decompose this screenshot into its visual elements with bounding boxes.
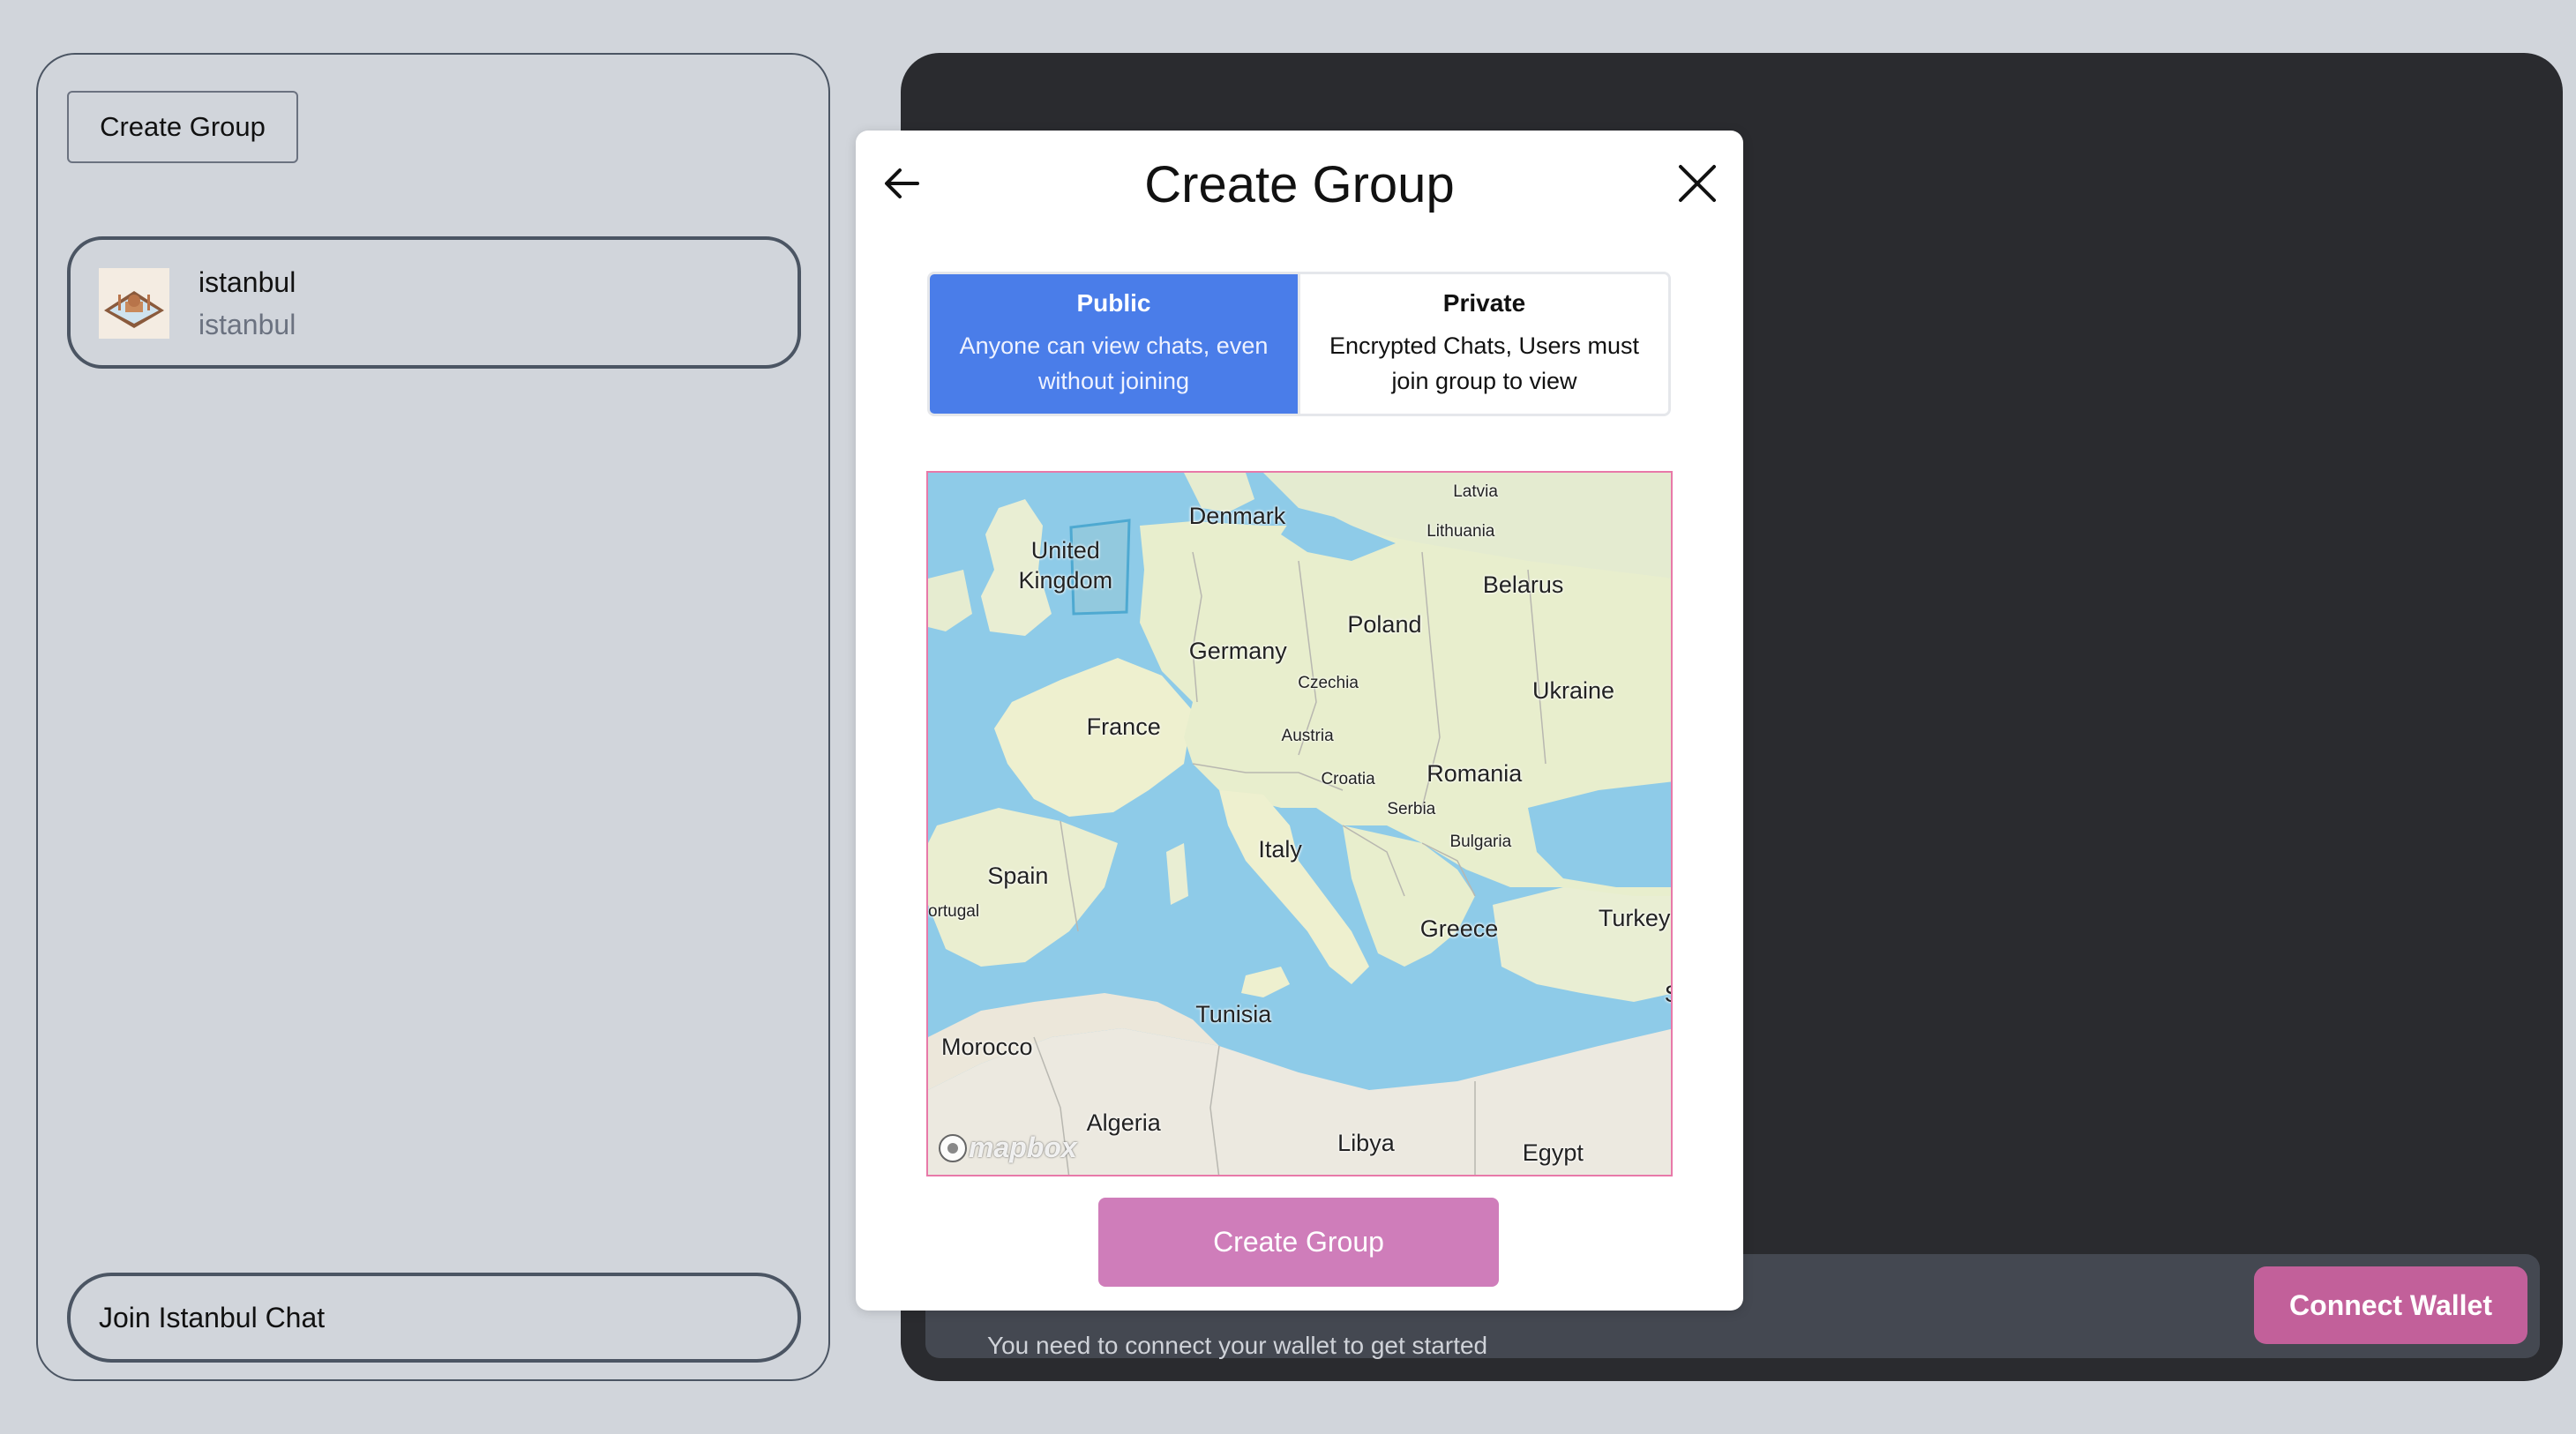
- public-option-title: Public: [1076, 289, 1151, 317]
- private-option[interactable]: Private Encrypted Chats, Users must join…: [1298, 274, 1668, 414]
- map-label-bulgaria: Bulgaria: [1449, 833, 1512, 852]
- map-label-denmark: Denmark: [1188, 502, 1286, 529]
- region-map[interactable]: Denmark Latvia Lithuania United Kingdom …: [926, 471, 1673, 1176]
- wallet-hint-text: You need to connect your wallet to get s…: [987, 1332, 1488, 1359]
- map-label-france: France: [1086, 713, 1161, 741]
- map-label-poland: Poland: [1347, 611, 1422, 639]
- map-label-libya: Libya: [1337, 1129, 1395, 1156]
- map-label-austria: Austria: [1281, 727, 1334, 746]
- visibility-toggle: Public Anyone can view chats, even witho…: [927, 272, 1671, 416]
- public-option-desc: Anyone can view chats, even without join…: [959, 332, 1269, 394]
- map-label-romania: Romania: [1427, 759, 1523, 787]
- private-option-desc: Encrypted Chats, Users must join group t…: [1329, 332, 1640, 394]
- map-label-ukraine: Ukraine: [1532, 677, 1615, 705]
- group-list-item[interactable]: istanbul istanbul: [67, 236, 801, 369]
- private-option-title: Private: [1442, 289, 1526, 317]
- map-label-germany: Germany: [1188, 638, 1287, 665]
- group-subtitle: istanbul: [198, 309, 296, 340]
- close-icon[interactable]: [1671, 157, 1724, 210]
- mapbox-text: mapbox: [969, 1132, 1077, 1163]
- map-label-algeria: Algeria: [1086, 1109, 1161, 1137]
- map-label-belarus: Belarus: [1482, 571, 1564, 599]
- map-label-tunisia: Tunisia: [1195, 1000, 1272, 1027]
- create-group-modal: Create Group Public Anyone can view chat…: [856, 131, 1743, 1311]
- map-label-italy: Italy: [1258, 835, 1302, 863]
- group-avatar: [99, 268, 169, 339]
- create-group-submit-button[interactable]: Create Group: [1098, 1198, 1499, 1287]
- map-label-turkey: Turkey: [1598, 905, 1671, 932]
- mapbox-attribution[interactable]: mapbox: [937, 1132, 1077, 1164]
- modal-title: Create Group: [1144, 156, 1455, 213]
- map-label-spain: Spain: [987, 862, 1049, 889]
- map-label-serbia: Serbia: [1387, 799, 1436, 818]
- group-sidebar: Create Group istanbul istanbul Join Ista…: [36, 53, 830, 1381]
- map-label-morocco: Morocco: [940, 1034, 1033, 1061]
- map-label-portugal: ortugal: [928, 901, 980, 921]
- map-label-uk: United Kingdom: [1018, 537, 1113, 594]
- map-label-greece: Greece: [1419, 915, 1499, 942]
- map-label-lithuania: Lithuania: [1427, 522, 1495, 541]
- map-label-egypt: Egypt: [1522, 1139, 1584, 1167]
- connect-wallet-button[interactable]: Connect Wallet: [2254, 1266, 2527, 1344]
- group-name: istanbul: [198, 266, 296, 298]
- mapbox-icon: [939, 1133, 967, 1162]
- map-label-croatia: Croatia: [1321, 769, 1375, 788]
- join-chat-button[interactable]: Join Istanbul Chat: [67, 1273, 801, 1363]
- create-group-button[interactable]: Create Group: [67, 91, 298, 163]
- map-label-latvia: Latvia: [1453, 482, 1498, 502]
- map-label-czechia: Czechia: [1298, 674, 1359, 693]
- public-option[interactable]: Public Anyone can view chats, even witho…: [930, 274, 1298, 414]
